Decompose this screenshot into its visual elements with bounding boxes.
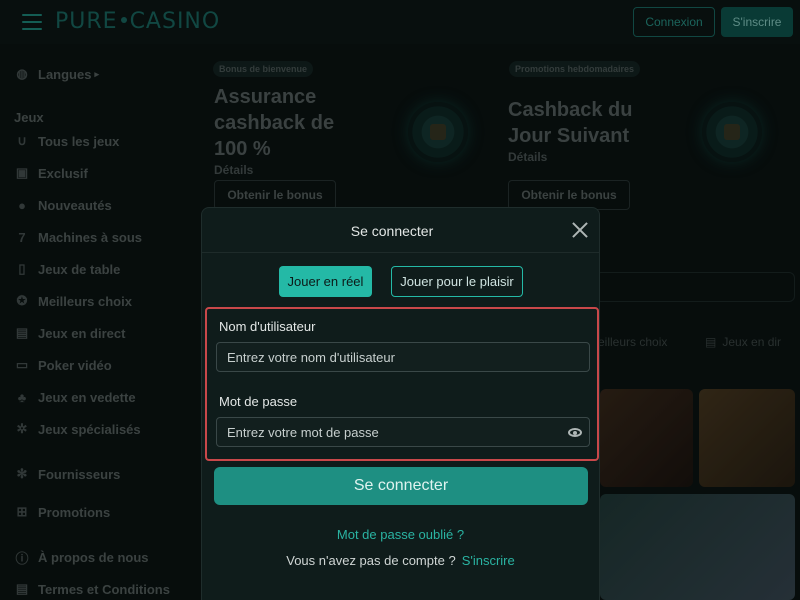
close-icon[interactable] (571, 221, 589, 239)
forgot-password-link[interactable]: Mot de passe oublié ? (202, 527, 599, 542)
username-label: Nom d'utilisateur (219, 319, 316, 334)
play-real-toggle[interactable]: Jouer en réel (279, 266, 372, 297)
signup-link[interactable]: S'inscrire (462, 553, 515, 568)
modal-header: Se connecter (202, 208, 599, 253)
password-input[interactable]: Entrez votre mot de passe (216, 417, 590, 447)
no-account-text: Vous n'avez pas de compte ? (286, 553, 456, 568)
username-input[interactable]: Entrez votre nom d'utilisateur (216, 342, 590, 372)
login-submit-button[interactable]: Se connecter (214, 467, 588, 505)
password-placeholder: Entrez votre mot de passe (227, 424, 379, 440)
modal-title: Se connecter (350, 223, 434, 239)
login-modal: Se connecter Jouer en réel Jouer pour le… (201, 207, 600, 600)
password-label: Mot de passe (219, 394, 298, 409)
play-for-fun-toggle[interactable]: Jouer pour le plaisir (391, 266, 523, 297)
no-account-line: Vous n'avez pas de compte ? S'inscrire (202, 553, 599, 568)
eye-icon[interactable] (568, 428, 582, 437)
credentials-form-highlight: Nom d'utilisateur Entrez votre nom d'uti… (205, 307, 599, 461)
